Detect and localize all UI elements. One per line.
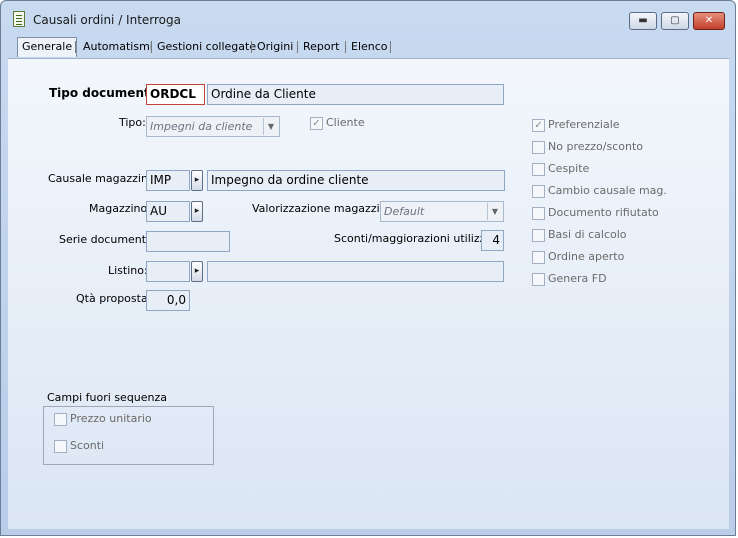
option-label: Sconti bbox=[70, 439, 105, 452]
zoom-icon[interactable]: ▸ bbox=[191, 170, 203, 191]
tipo-documento-description-field[interactable]: Ordine da Cliente bbox=[207, 84, 504, 105]
sconti-checkbox[interactable]: Sconti bbox=[54, 439, 174, 455]
magazzino-code-field[interactable]: AU bbox=[146, 201, 190, 222]
check-icon: ✓ bbox=[532, 119, 545, 132]
option-label: Genera FD bbox=[548, 272, 607, 285]
no-prezzo-sconto-checkbox[interactable]: No prezzo/sconto bbox=[532, 140, 682, 156]
prezzo-unitario-checkbox[interactable]: Prezzo unitario bbox=[54, 412, 174, 428]
listino-label: Listino: bbox=[108, 264, 148, 277]
tipo-select-value: Impegni da cliente bbox=[150, 120, 253, 133]
option-label: Preferenziale bbox=[548, 118, 620, 131]
qta-proposta-field[interactable]: 0,0 bbox=[146, 290, 190, 311]
tab-separator bbox=[345, 41, 346, 53]
zoom-icon[interactable]: ▸ bbox=[191, 261, 203, 282]
cliente-checkbox-label: Cliente bbox=[326, 116, 365, 129]
checkbox-box bbox=[54, 413, 67, 426]
checkbox-box bbox=[532, 251, 545, 264]
tab-gestioni-collegate[interactable]: Gestioni collegate bbox=[153, 38, 260, 56]
tab-report[interactable]: Report bbox=[299, 38, 343, 56]
tab-generale[interactable]: Generale bbox=[17, 37, 78, 57]
tab-automatismi[interactable]: Automatismi bbox=[79, 38, 157, 56]
tab-separator bbox=[151, 41, 152, 53]
serie-documento-label: Serie documento: bbox=[59, 233, 157, 246]
title-bar: Causali ordini / Interroga ▬ ▢ ✕ bbox=[1, 1, 735, 35]
tab-bar: Generale Automatismi Gestioni collegate … bbox=[9, 35, 729, 57]
valorizzazione-magazzino-value: Default bbox=[384, 205, 425, 218]
checkbox-box bbox=[532, 141, 545, 154]
check-icon: ✓ bbox=[310, 117, 323, 130]
checkbox-box bbox=[54, 440, 67, 453]
chevron-down-icon: ▼ bbox=[263, 118, 278, 135]
tipo-documento-code-field[interactable]: ORDCL bbox=[146, 84, 205, 105]
checkbox-box bbox=[532, 185, 545, 198]
preferenziale-checkbox[interactable]: ✓ Preferenziale bbox=[532, 118, 682, 134]
option-label: No prezzo/sconto bbox=[548, 140, 643, 153]
tipo-label: Tipo: bbox=[119, 116, 146, 129]
genera-fd-checkbox[interactable]: Genera FD bbox=[532, 272, 682, 288]
qta-proposta-label: Qtà proposta: bbox=[76, 292, 152, 305]
close-button[interactable]: ✕ bbox=[693, 12, 725, 30]
generale-panel: Tipo documento: ORDCL Ordine da Cliente … bbox=[8, 58, 729, 529]
checkbox-box bbox=[532, 207, 545, 220]
cliente-checkbox[interactable]: ✓ Cliente bbox=[310, 116, 390, 132]
option-label: Ordine aperto bbox=[548, 250, 625, 263]
tab-origini[interactable]: Origini bbox=[253, 38, 297, 56]
cambio-causale-mag-checkbox[interactable]: Cambio causale mag. bbox=[532, 184, 682, 200]
tab-separator bbox=[251, 41, 252, 53]
causale-magazzino-description-field[interactable]: Impegno da ordine cliente bbox=[207, 170, 505, 191]
checkbox-box bbox=[532, 229, 545, 242]
app-window: Causali ordini / Interroga ▬ ▢ ✕ General… bbox=[0, 0, 736, 536]
documento-rifiutato-checkbox[interactable]: Documento rifiutato bbox=[532, 206, 682, 222]
sconti-maggiorazioni-label: Sconti/maggiorazioni utilizzati: bbox=[334, 232, 504, 245]
option-label: Cambio causale mag. bbox=[548, 184, 667, 197]
cespite-checkbox[interactable]: Cespite bbox=[532, 162, 682, 178]
checkbox-box bbox=[532, 273, 545, 286]
window-title: Causali ordini / Interroga bbox=[33, 13, 181, 27]
serie-documento-field[interactable] bbox=[146, 231, 230, 252]
causale-magazzino-code-field[interactable]: IMP bbox=[146, 170, 190, 191]
minimize-button[interactable]: ▬ bbox=[629, 12, 657, 30]
option-label: Prezzo unitario bbox=[70, 412, 152, 425]
maximize-button[interactable]: ▢ bbox=[661, 12, 689, 30]
valorizzazione-magazzino-label: Valorizzazione magazzino: bbox=[252, 202, 398, 215]
causale-magazzino-label: Causale magazzino: bbox=[48, 172, 159, 185]
listino-code-field[interactable] bbox=[146, 261, 190, 282]
tab-separator bbox=[75, 41, 76, 53]
sconti-maggiorazioni-field[interactable]: 4 bbox=[481, 230, 504, 251]
campi-fuori-sequenza-group: Prezzo unitario Sconti bbox=[43, 406, 214, 465]
checkbox-box bbox=[532, 163, 545, 176]
document-icon bbox=[13, 11, 25, 27]
tab-separator bbox=[390, 41, 391, 53]
magazzino-label: Magazzino: bbox=[89, 202, 151, 215]
campi-fuori-sequenza-title: Campi fuori sequenza bbox=[47, 391, 168, 404]
chevron-down-icon: ▼ bbox=[487, 203, 502, 220]
valorizzazione-magazzino-select[interactable]: Default ▼ bbox=[380, 201, 504, 222]
option-label: Basi di calcolo bbox=[548, 228, 627, 241]
tipo-select[interactable]: Impegni da cliente ▼ bbox=[146, 116, 280, 137]
option-label: Documento rifiutato bbox=[548, 206, 659, 219]
basi-di-calcolo-checkbox[interactable]: Basi di calcolo bbox=[532, 228, 682, 244]
zoom-icon[interactable]: ▸ bbox=[191, 201, 203, 222]
tab-elenco[interactable]: Elenco bbox=[347, 38, 392, 56]
tab-separator bbox=[297, 41, 298, 53]
option-label: Cespite bbox=[548, 162, 590, 175]
listino-description-field[interactable] bbox=[207, 261, 504, 282]
ordine-aperto-checkbox[interactable]: Ordine aperto bbox=[532, 250, 682, 266]
